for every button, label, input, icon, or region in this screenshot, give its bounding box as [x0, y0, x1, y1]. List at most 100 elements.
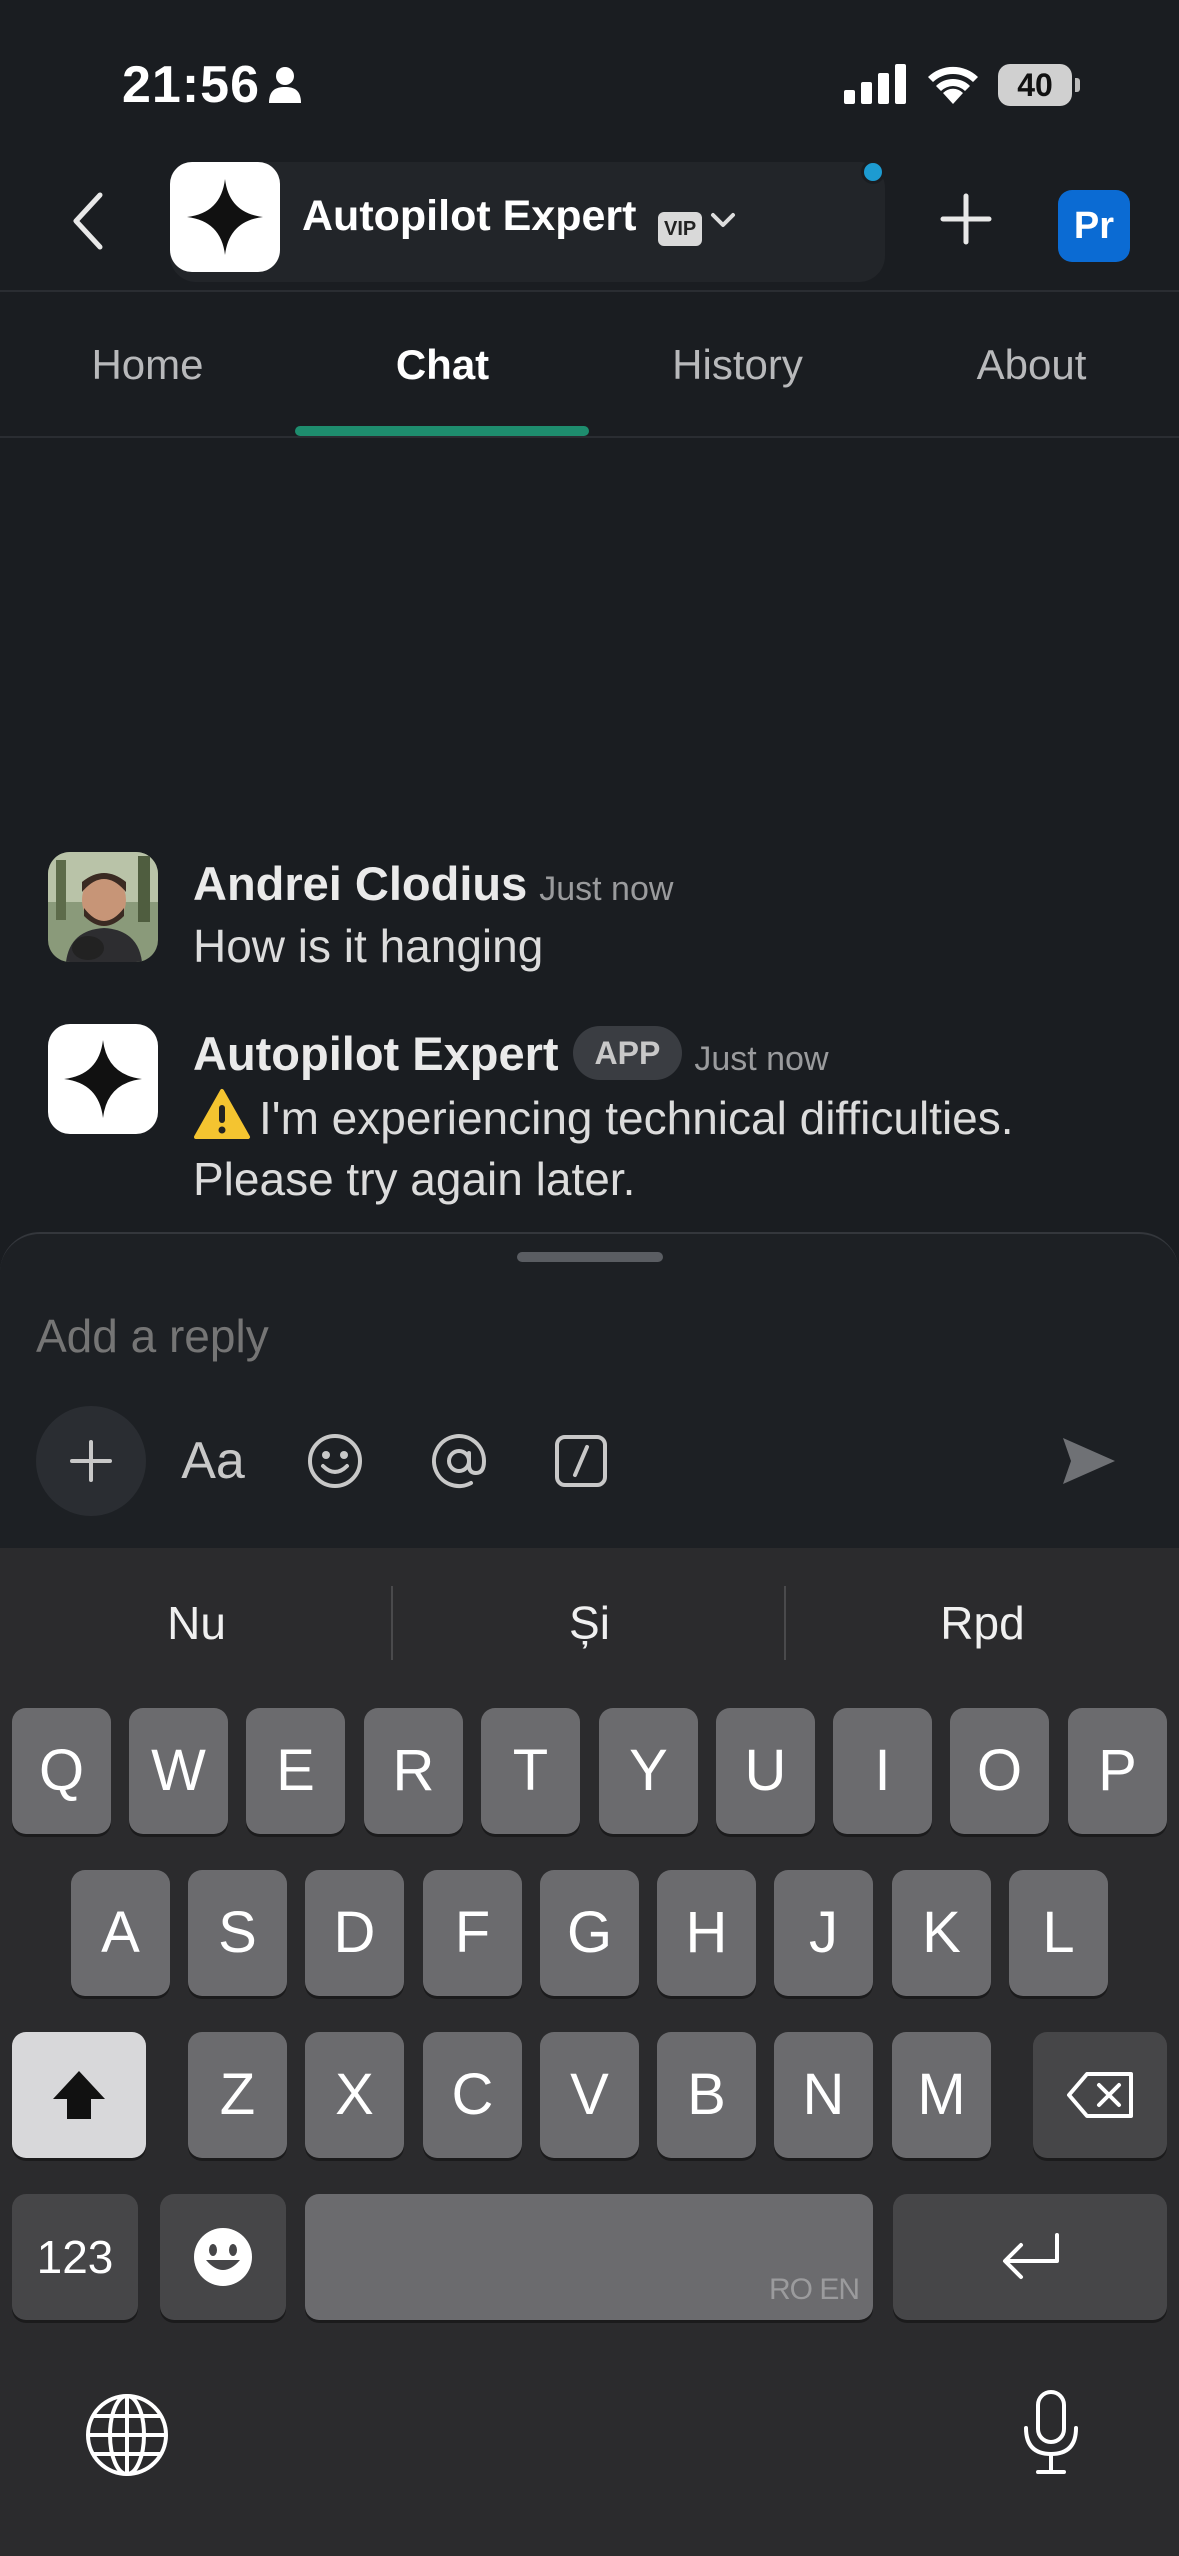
key-j[interactable]: J [774, 1870, 873, 1996]
key-r[interactable]: R [364, 1708, 463, 1834]
key-l[interactable]: L [1009, 1870, 1108, 1996]
bot-avatar[interactable] [48, 1024, 158, 1134]
channel-switcher[interactable]: Autopilot Expert VIP [170, 162, 885, 282]
plus-icon [940, 193, 992, 245]
battery-indicator: 40 [998, 64, 1080, 106]
tab-home[interactable]: Home [0, 292, 295, 438]
key-q[interactable]: Q [12, 1708, 111, 1834]
at-sign-icon [432, 1434, 487, 1489]
key-p[interactable]: P [1068, 1708, 1167, 1834]
key-u[interactable]: U [716, 1708, 815, 1834]
person-icon [269, 67, 301, 103]
key-w[interactable]: W [129, 1708, 228, 1834]
key-v[interactable]: V [540, 2032, 639, 2158]
message-item[interactable]: Autopilot Expert APP Just now I'm experien… [0, 1022, 1179, 1232]
channel-header: Autopilot Expert VIP Pr [0, 150, 1179, 292]
return-arrow-icon [1003, 2233, 1059, 2279]
back-button[interactable] [58, 186, 118, 256]
emoji-button[interactable] [280, 1406, 390, 1516]
status-bar: 21:56 40 [0, 0, 1179, 150]
author-name[interactable]: Andrei Clodius [193, 857, 527, 910]
suggestion-item[interactable]: Nu [0, 1548, 393, 1698]
message-time: Just now [539, 870, 674, 908]
message-time: Just now [694, 1040, 829, 1078]
backspace-key[interactable] [1033, 2032, 1167, 2158]
format-text-button[interactable]: Aa [158, 1406, 268, 1516]
key-n[interactable]: N [774, 2032, 873, 2158]
key-i[interactable]: I [833, 1708, 932, 1834]
smiley-icon [308, 1434, 362, 1488]
mention-button[interactable] [404, 1406, 514, 1516]
suggestion-item[interactable]: Rpd [786, 1548, 1179, 1698]
tab-history[interactable]: History [590, 292, 885, 438]
key-a[interactable]: A [71, 1870, 170, 1996]
shift-key[interactable] [12, 2032, 146, 2158]
shift-arrow-icon [53, 2071, 105, 2119]
cellular-signal-icon [844, 64, 906, 104]
new-button[interactable] [935, 188, 997, 250]
key-x[interactable]: X [305, 2032, 404, 2158]
user-photo [48, 852, 158, 962]
key-k[interactable]: K [892, 1870, 991, 1996]
warning-icon [194, 1089, 250, 1139]
emoji-key[interactable] [160, 2194, 286, 2320]
suggestion-item[interactable]: Și [393, 1548, 786, 1698]
chevron-down-icon [711, 213, 735, 227]
battery-level: 40 [1017, 67, 1053, 103]
slash-command-icon [555, 1435, 607, 1487]
message-body: I'm experiencing technical difficulties.… [193, 1092, 1014, 1205]
sparkle-star-icon [64, 1040, 142, 1118]
key-m[interactable]: M [892, 2032, 991, 2158]
vip-badge: VIP [658, 212, 703, 246]
message-text: I'm experiencing technical difficulties.… [193, 1088, 1143, 1210]
tab-about[interactable]: About [884, 292, 1179, 438]
key-z[interactable]: Z [188, 2032, 287, 2158]
message-author[interactable]: Autopilot Expert APP Just now [193, 1025, 829, 1085]
app-badge: APP [572, 1025, 683, 1080]
wifi-icon [928, 66, 978, 104]
key-d[interactable]: D [305, 1870, 404, 1996]
status-time: 21:56 [122, 56, 260, 114]
key-c[interactable]: C [423, 2032, 522, 2158]
numbers-key[interactable]: 123 [12, 2194, 138, 2320]
workspace-avatar[interactable]: Pr [1058, 190, 1130, 262]
channel-name: Autopilot Expert [302, 192, 637, 240]
suggestion-bar: Nu Și Rpd [0, 1548, 1179, 1698]
key-e[interactable]: E [246, 1708, 345, 1834]
author-name[interactable]: Autopilot Expert [193, 1027, 559, 1080]
send-icon [1063, 1438, 1115, 1484]
channel-tabs: Home Chat History About [0, 292, 1179, 438]
microphone-icon[interactable] [1018, 2388, 1084, 2478]
send-button[interactable] [1034, 1406, 1144, 1516]
drag-handle[interactable] [517, 1252, 663, 1262]
key-s[interactable]: S [188, 1870, 287, 1996]
key-h[interactable]: H [657, 1870, 756, 1996]
sparkle-star-icon [187, 179, 263, 255]
backspace-icon [1067, 2072, 1133, 2118]
key-g[interactable]: G [540, 1870, 639, 1996]
plus-icon [70, 1440, 112, 1482]
emoji-face-icon [194, 2228, 252, 2286]
space-key[interactable]: RO EN [305, 2194, 873, 2320]
key-t[interactable]: T [481, 1708, 580, 1834]
key-f[interactable]: F [423, 1870, 522, 1996]
globe-icon[interactable] [84, 2392, 170, 2478]
return-key[interactable] [893, 2194, 1167, 2320]
slash-command-button[interactable] [526, 1406, 636, 1516]
tab-chat[interactable]: Chat [295, 292, 590, 438]
onscreen-keyboard: Nu Și Rpd Q W E R T Y U I O P A S D F G … [0, 1548, 1179, 2556]
chevron-left-icon [73, 192, 103, 250]
message-item[interactable]: Andrei Clodius Just now How is it hanging [0, 850, 1179, 990]
space-language-label: RO EN [768, 2273, 860, 2306]
active-tab-indicator [295, 426, 589, 436]
user-avatar[interactable] [48, 852, 158, 962]
unread-indicator [861, 160, 885, 184]
add-attachment-button[interactable] [36, 1406, 146, 1516]
key-o[interactable]: O [950, 1708, 1049, 1834]
reply-input[interactable] [36, 1296, 1136, 1376]
key-b[interactable]: B [657, 2032, 756, 2158]
message-author[interactable]: Andrei Clodius Just now [193, 856, 673, 911]
app-logo [170, 162, 280, 272]
key-y[interactable]: Y [599, 1708, 698, 1834]
message-composer: Aa [0, 1232, 1179, 1548]
